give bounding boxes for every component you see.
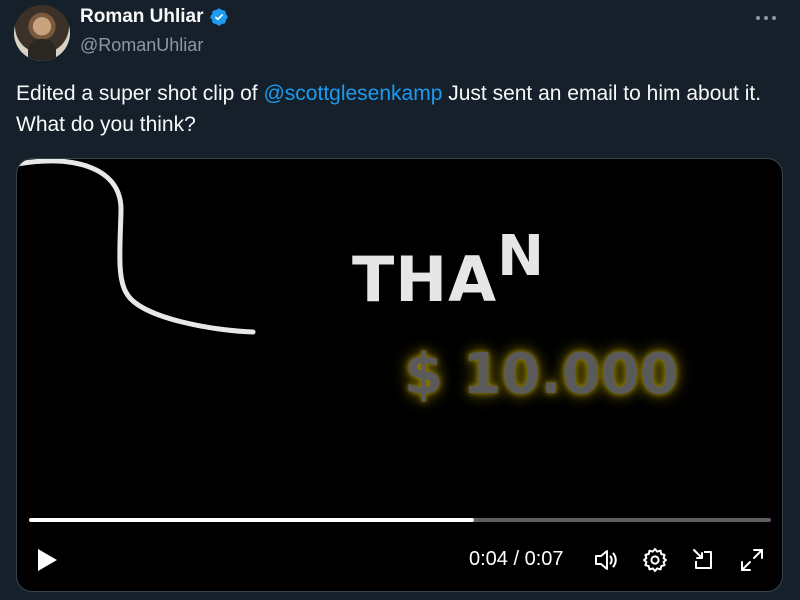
progress-bar[interactable] <box>29 518 771 522</box>
gear-icon[interactable] <box>642 547 668 573</box>
duration: 0:07 <box>524 548 564 570</box>
current-time: 0:04 <box>469 548 508 570</box>
video-frame-stroke <box>17 159 256 335</box>
caption-main: THA <box>352 243 498 316</box>
mention-link[interactable]: @scottglesenkamp <box>263 82 442 105</box>
avatar[interactable] <box>14 5 70 61</box>
video-caption-than: THAN <box>352 224 545 316</box>
more-horizontal-icon[interactable] <box>752 8 780 28</box>
video-player[interactable]: THAN $ 10.000 0:04 / 0:07 <box>16 158 783 592</box>
time-separator: / <box>507 548 525 570</box>
author-handle[interactable]: @RomanUhliar <box>80 35 203 56</box>
video-caption-amount: $ 10.000 <box>404 342 679 407</box>
fullscreen-icon[interactable] <box>739 547 765 573</box>
display-name[interactable]: Roman Uhliar <box>80 6 204 28</box>
verified-badge-icon <box>209 8 228 26</box>
progress-fill <box>29 518 475 522</box>
caption-raised: N <box>497 224 546 289</box>
picture-in-picture-icon[interactable] <box>691 547 717 573</box>
tweet-text: Edited a super shot clip of @scottglesen… <box>16 78 784 140</box>
volume-icon[interactable] <box>593 547 619 573</box>
tweet-text-before: Edited a super shot clip of <box>16 82 264 105</box>
video-controls: 0:04 / 0:07 <box>17 539 782 579</box>
play-icon[interactable] <box>35 547 59 573</box>
video-time: 0:04 / 0:07 <box>469 548 564 571</box>
tweet: Roman Uhliar @RomanUhliar Edited a super… <box>0 0 800 600</box>
author-name-row: Roman Uhliar <box>80 6 229 28</box>
